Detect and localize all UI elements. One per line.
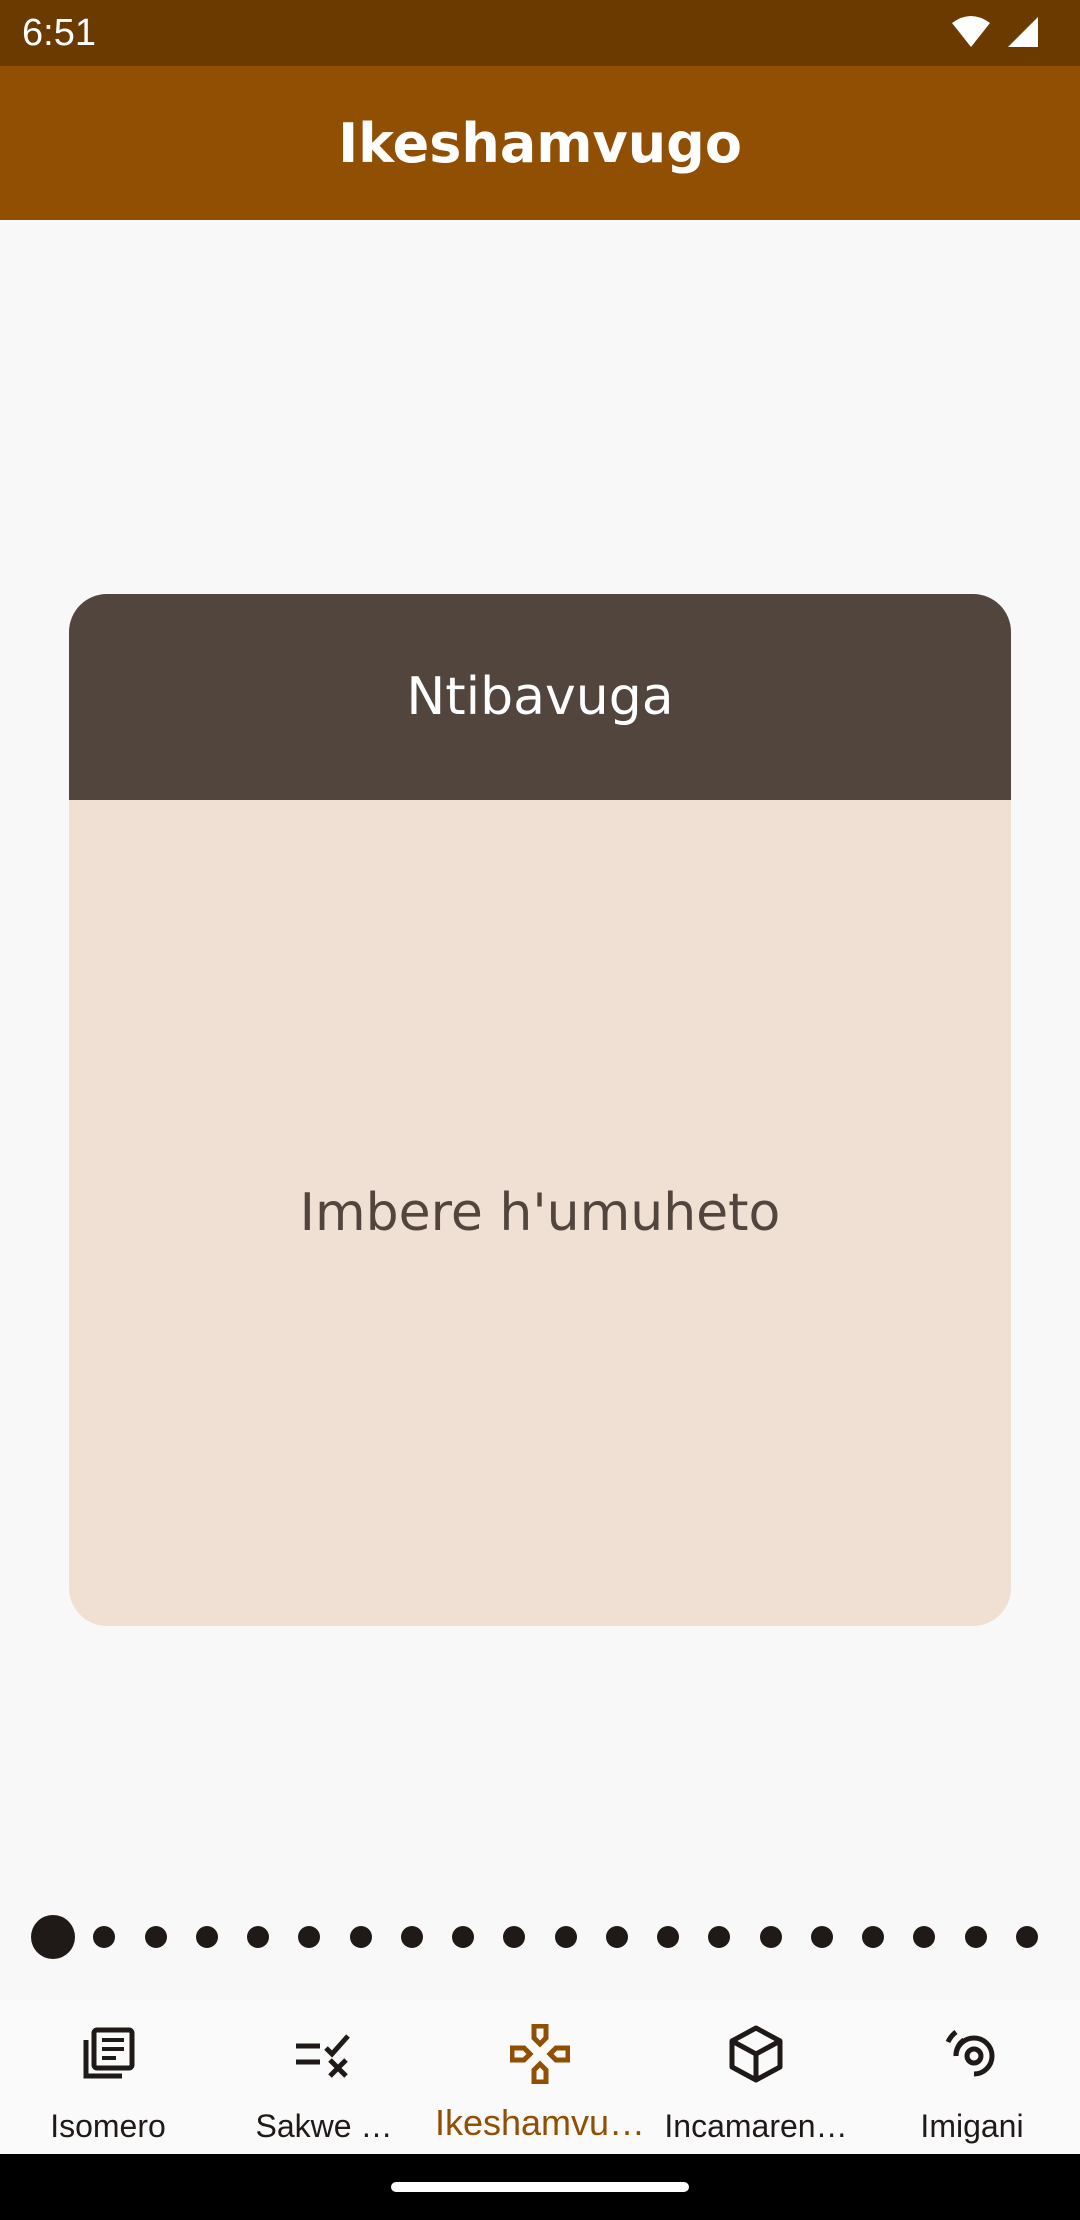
page-title: Ikeshamvugo bbox=[338, 111, 742, 175]
nav-item-incamarenga[interactable]: Incamaren… bbox=[648, 2000, 864, 2154]
home-handle[interactable] bbox=[391, 2182, 689, 2192]
signal-icon bbox=[1008, 17, 1038, 47]
nav-item-ikeshamvugo[interactable]: Ikeshamvu… bbox=[432, 2000, 648, 2154]
page-dot[interactable] bbox=[349, 1926, 372, 1948]
nav-label: Sakwe … bbox=[255, 2108, 393, 2144]
page-dot[interactable] bbox=[400, 1926, 423, 1948]
page-dot[interactable] bbox=[913, 1926, 936, 1948]
page-dot[interactable] bbox=[759, 1926, 782, 1948]
page-dot[interactable] bbox=[708, 1926, 731, 1948]
nav-item-isomero[interactable]: Isomero bbox=[0, 2000, 216, 2154]
library-books-icon bbox=[83, 2027, 135, 2079]
page-dot[interactable] bbox=[144, 1926, 167, 1948]
game-controller-icon bbox=[510, 2024, 570, 2084]
page-dot[interactable] bbox=[503, 1926, 526, 1948]
nav-item-sakwe[interactable]: Sakwe … bbox=[216, 2000, 432, 2154]
page-dot[interactable] bbox=[862, 1926, 885, 1948]
page-dot[interactable] bbox=[554, 1926, 577, 1948]
page-dot[interactable] bbox=[1016, 1926, 1038, 1948]
system-nav-bar bbox=[0, 2154, 1080, 2220]
card-body: Imbere h'umuheto bbox=[299, 1183, 781, 1243]
status-bar: 6:51 bbox=[0, 0, 1080, 66]
status-icons bbox=[950, 14, 1040, 50]
page-dot[interactable] bbox=[93, 1926, 116, 1948]
page-dot[interactable] bbox=[657, 1926, 680, 1948]
page-dot[interactable] bbox=[964, 1926, 987, 1948]
wifi-icon bbox=[952, 16, 990, 47]
page-dot[interactable] bbox=[247, 1926, 270, 1948]
page-dot[interactable] bbox=[605, 1926, 628, 1948]
app-bar: Ikeshamvugo bbox=[0, 66, 1080, 220]
page-dot[interactable] bbox=[810, 1926, 833, 1948]
cube-icon bbox=[729, 2025, 783, 2083]
bottom-nav: Isomero Sakwe … Ikeshamvu… Incamaren… Im… bbox=[0, 2000, 1080, 2154]
nav-label: Isomero bbox=[50, 2108, 166, 2144]
status-time: 6:51 bbox=[22, 12, 96, 54]
page-dot-active[interactable] bbox=[31, 1915, 75, 1959]
checklist-icon bbox=[296, 2034, 350, 2078]
page-indicator bbox=[0, 1912, 1080, 1962]
nav-label: Ikeshamvu… bbox=[434, 2102, 646, 2143]
flashcard[interactable]: Ntibavuga Imbere h'umuheto bbox=[69, 594, 1011, 1626]
page-dot[interactable] bbox=[195, 1926, 218, 1948]
nav-label: Imigani bbox=[920, 2108, 1024, 2144]
card-header: Ntibavuga bbox=[69, 594, 1011, 800]
nav-label: Incamaren… bbox=[664, 2108, 848, 2144]
nav-item-imigani[interactable]: Imigani bbox=[864, 2000, 1080, 2154]
spiral-icon bbox=[945, 2030, 995, 2077]
page-dot[interactable] bbox=[298, 1926, 321, 1948]
page-dot[interactable] bbox=[452, 1926, 475, 1948]
